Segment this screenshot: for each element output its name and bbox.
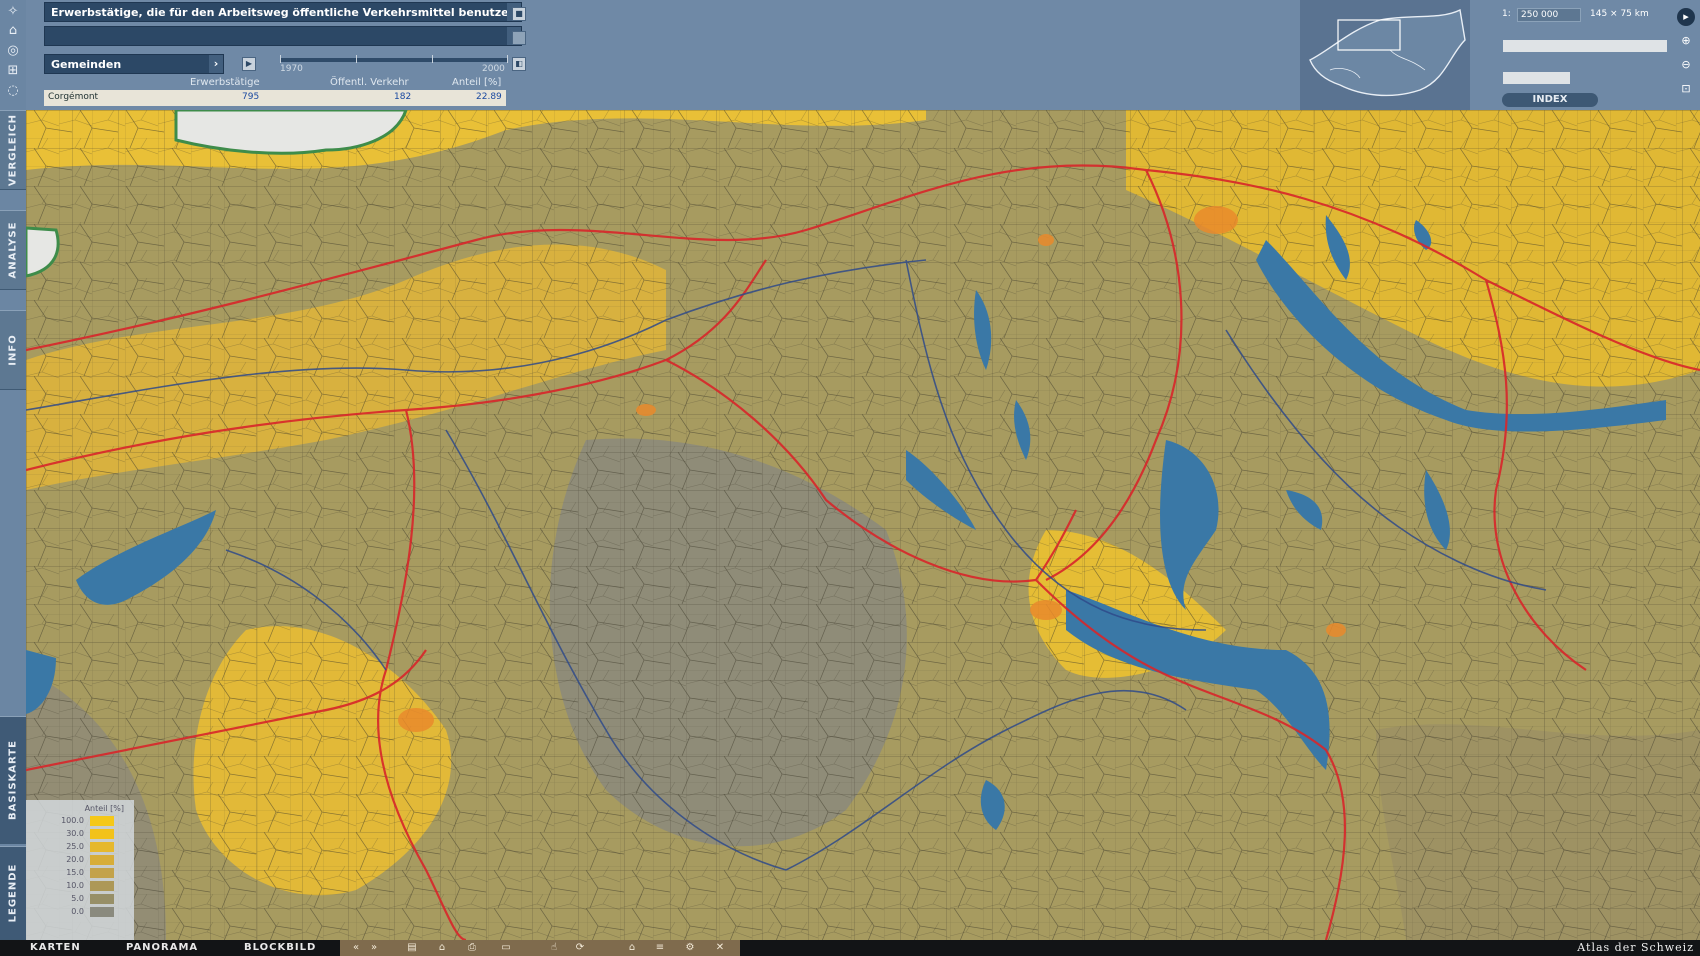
tab-karten[interactable]: KARTEN <box>30 940 81 956</box>
legend-class: 5.0 <box>46 894 118 904</box>
secondary-option-icon[interactable] <box>512 31 526 45</box>
table-row[interactable]: Corgémont 795 182 22.89 <box>44 90 506 106</box>
overview-map[interactable] <box>1300 0 1470 110</box>
col-oeffentl-verkehr: Öffentl. Verkehr <box>330 77 409 88</box>
time-end-label: 2000 <box>482 64 505 74</box>
lock-icon[interactable]: ⌂ <box>434 940 450 956</box>
rewind-icon[interactable]: « <box>348 940 364 956</box>
scale-bar <box>1503 72 1570 84</box>
legend-class: 100.0 <box>46 816 118 826</box>
time-slider[interactable]: 1970 2000 <box>260 52 508 76</box>
thematic-map[interactable] <box>26 110 1700 940</box>
atlas-app: ✧ ⌂ ◎ ⊞ ◌ VERGLEICH ANALYSE INFO BASISKA… <box>0 0 1700 956</box>
time-tick <box>432 55 433 63</box>
scale-prefix: 1: <box>1502 9 1511 19</box>
legend-value: 20.0 <box>66 855 84 864</box>
tab-panorama[interactable]: PANORAMA <box>126 940 198 956</box>
legend-swatch <box>90 907 114 917</box>
legend-value: 30.0 <box>66 829 84 838</box>
tab-analyse[interactable]: ANALYSE <box>0 210 26 290</box>
settings-icon[interactable]: ⚙ <box>682 940 698 956</box>
tab-vergleich[interactable]: VERGLEICH <box>0 110 26 190</box>
tab-blockbild[interactable]: BLOCKBILD <box>244 940 316 956</box>
list-icon[interactable]: ≡ <box>652 940 668 956</box>
legend-title: Anteil [%] <box>84 804 124 813</box>
legend-panel: Anteil [%] 100.0 30.0 25.0 20.0 15.0 10.… <box>26 800 134 940</box>
theme-option-icon[interactable]: ■ <box>512 7 526 21</box>
tab-legende[interactable]: LEGENDE <box>0 846 26 940</box>
legend-class: 20.0 <box>46 855 118 865</box>
forward-icon[interactable]: » <box>366 940 382 956</box>
map-extent: 145 × 75 km <box>1590 9 1649 19</box>
time-tick <box>507 55 508 63</box>
scale-slider[interactable] <box>1503 40 1667 52</box>
zoom-in-icon[interactable]: ⊕ <box>1677 32 1695 50</box>
print-icon[interactable]: ⎙ <box>464 940 480 956</box>
row-name: Corgémont <box>48 92 99 102</box>
bottom-bar: KARTEN PANORAMA BLOCKBILD « » ▤ ⌂ ⎙ ▭ ☝ … <box>0 940 1700 956</box>
map-canvas <box>26 110 1700 940</box>
legend-value: 100.0 <box>61 816 84 825</box>
row-anteil: 22.89 <box>476 92 502 102</box>
legend-class: 0.0 <box>46 907 118 917</box>
legend-class: 10.0 <box>46 881 118 891</box>
legend-class: 15.0 <box>46 868 118 878</box>
legend-value: 10.0 <box>66 881 84 890</box>
legend-value: 0.0 <box>71 907 84 916</box>
time-option-icon[interactable]: ◧ <box>512 57 526 71</box>
secondary-theme-select[interactable]: › <box>44 26 522 46</box>
chevron-right-icon[interactable]: › <box>209 55 223 73</box>
legend-swatch <box>90 829 114 839</box>
pointer-icon[interactable]: ☝ <box>546 940 562 956</box>
row-oeffentl: 182 <box>394 92 412 102</box>
level-label: Gemeinden <box>51 58 122 71</box>
time-slider-track <box>280 58 508 62</box>
legend-swatch <box>90 842 114 852</box>
tool-strip: « » ▤ ⌂ ⎙ ▭ ☝ ⟳ ⌂ ≡ ⚙ ✕ <box>340 940 740 956</box>
legend-swatch <box>90 881 114 891</box>
right-toolbar: ▸ ⊕ ⊖ ⊡ <box>1672 0 1700 110</box>
theme-select[interactable]: Erwerbstätige, die für den Arbeitsweg öf… <box>44 2 522 22</box>
zoom-out-icon[interactable]: ⊖ <box>1677 56 1695 74</box>
time-tick <box>280 55 281 63</box>
document-icon[interactable]: ▤ <box>404 940 420 956</box>
tab-basiskarte[interactable]: BASISKARTE <box>0 716 26 844</box>
legend-swatch <box>90 816 114 826</box>
time-start-label: 1970 <box>280 64 303 74</box>
index-button-label: INDEX <box>1532 94 1568 105</box>
play-icon[interactable]: ▶ <box>242 57 256 71</box>
rotate-icon[interactable]: ⟳ <box>572 940 588 956</box>
pointer-tool-icon[interactable]: ▸ <box>1677 8 1695 26</box>
level-select[interactable]: Gemeinden › <box>44 54 224 74</box>
home-icon[interactable]: ⌂ <box>624 940 640 956</box>
export-icon[interactable]: ▭ <box>498 940 514 956</box>
theme-title: Erwerbstätige, die für den Arbeitsweg öf… <box>51 6 517 19</box>
legend-value: 25.0 <box>66 842 84 851</box>
close-icon[interactable]: ✕ <box>712 940 728 956</box>
legend-swatch <box>90 868 114 878</box>
legend-value: 5.0 <box>71 894 84 903</box>
legend-class: 30.0 <box>46 829 118 839</box>
overview-map-graphic <box>1309 8 1466 97</box>
scale-input[interactable]: 250 000 <box>1517 8 1581 22</box>
col-anteil: Anteil [%] <box>452 77 502 88</box>
col-erwerbstaetige: Erwerbstätige <box>190 77 260 88</box>
legend-class: 25.0 <box>46 842 118 852</box>
brand-logo: Atlas der Schweiz <box>1577 941 1694 954</box>
time-tick <box>356 55 357 63</box>
legend-swatch <box>90 855 114 865</box>
legend-swatch <box>90 894 114 904</box>
left-rail: ✧ ⌂ ◎ ⊞ ◌ VERGLEICH ANALYSE INFO BASISKA… <box>0 0 26 940</box>
scale-value: 250 000 <box>1521 10 1559 20</box>
legend-value: 15.0 <box>66 868 84 877</box>
tab-info[interactable]: INFO <box>0 310 26 390</box>
row-erwerbstaetige: 795 <box>242 92 260 102</box>
index-button[interactable]: INDEX <box>1502 93 1598 107</box>
measure-icon[interactable]: ⊡ <box>1677 80 1695 98</box>
